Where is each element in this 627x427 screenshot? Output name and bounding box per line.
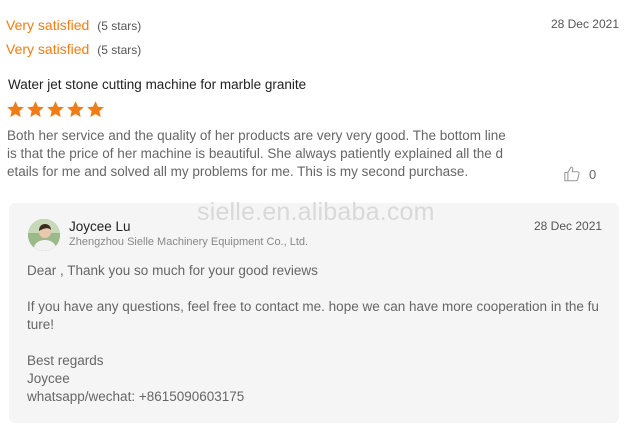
avatar (28, 219, 60, 251)
star-icon (66, 100, 85, 119)
reply-greeting: Dear , Thank you so much for your good r… (27, 263, 318, 278)
rating-label: Very satisfied (6, 17, 90, 33)
star-icon (46, 100, 65, 119)
star-rating (6, 100, 105, 119)
watermark: sielle.en.alibaba.com (197, 198, 435, 226)
reply-contact: whatsapp/wechat: +8615090603175 (27, 389, 245, 404)
review-date: 28 Dec 2021 (550, 17, 619, 31)
reply-sign-off: Best regards (27, 353, 104, 368)
reply-date: 28 Dec 2021 (534, 219, 603, 233)
rating-row: Very satisfied (5 stars) (6, 17, 141, 33)
product-title: Water jet stone cutting machine for marb… (8, 77, 307, 92)
like-button[interactable]: 0 (563, 165, 596, 183)
star-icon (26, 100, 45, 119)
rating-count: (5 stars) (97, 43, 142, 57)
reply-body: If you have any questions, feel free to … (27, 299, 599, 332)
star-icon (6, 100, 25, 119)
review-text: Both her service and the quality of her … (7, 128, 506, 179)
rating-row: Very satisfied (5 stars) (6, 41, 141, 57)
like-count: 0 (589, 166, 597, 182)
thumbs-up-icon[interactable] (563, 165, 581, 183)
star-icon (86, 100, 105, 119)
reply-signature: Joycee (27, 371, 70, 386)
reply-author-name: Joycee Lu (69, 219, 131, 234)
rating-label: Very satisfied (6, 41, 90, 57)
reply-company: Zhengzhou Sielle Machinery Equipment Co.… (69, 236, 309, 248)
review-card: Very satisfied (5 stars) Very satisfied … (0, 0, 627, 427)
rating-count: (5 stars) (97, 19, 142, 33)
